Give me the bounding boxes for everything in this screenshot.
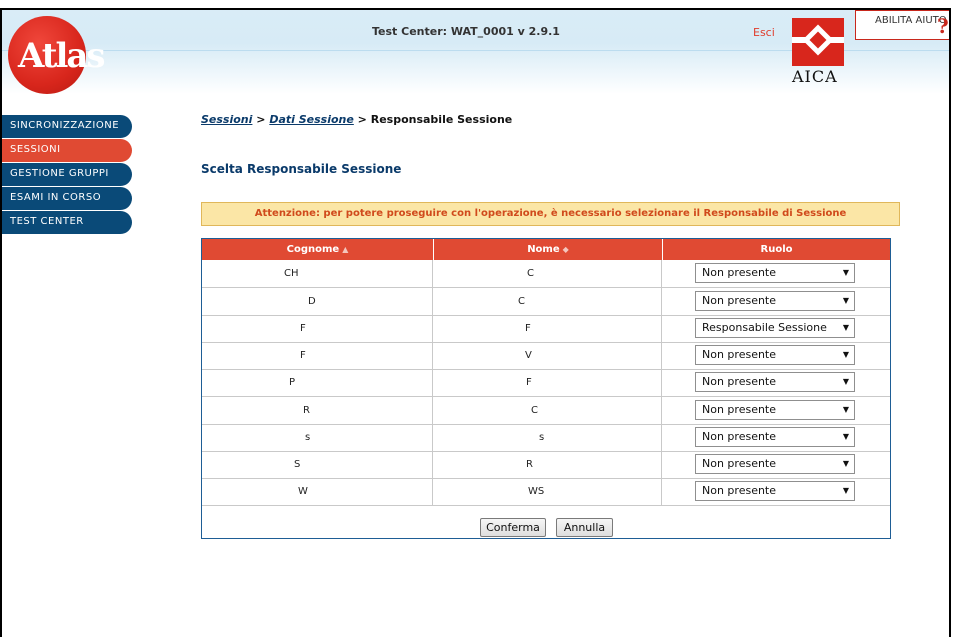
breadcrumb-current: Responsabile Sessione <box>370 113 513 126</box>
cell-cognome: F <box>202 315 433 342</box>
cell-cognome: D <box>202 288 433 315</box>
cell-cognome: s <box>202 424 433 451</box>
help-icon: ? <box>937 14 949 38</box>
help-toggle-label: ABILITA AIUTO <box>875 15 947 26</box>
ruolo-select[interactable]: Non presente ▼ <box>695 400 855 420</box>
cell-cognome: P <box>202 369 433 396</box>
cell-nome: C <box>434 288 662 315</box>
ruolo-select[interactable]: Non presente ▼ <box>695 263 855 283</box>
sidebar-item-gestione-gruppi[interactable]: GESTIONE GRUPPI <box>2 163 132 186</box>
cell-nome: WS <box>434 478 662 505</box>
sidebar-item-test-center[interactable]: TEST CENTER <box>2 211 132 234</box>
column-header-label: Ruolo <box>760 244 793 255</box>
chevron-down-icon: ▼ <box>842 459 849 468</box>
ruolo-select[interactable]: Non presente ▼ <box>695 427 855 447</box>
cancel-button[interactable]: Annulla <box>556 518 613 537</box>
app-title: Test Center: WAT_0001 v 2.9.1 <box>372 25 560 38</box>
ruolo-select[interactable]: Non presente ▼ <box>695 372 855 392</box>
sidebar-item-sincronizzazione[interactable]: SINCRONIZZAZIONE <box>2 115 132 138</box>
responsible-table: Cognome ▲ Nome ◆ Ruolo CH C Non presente ▼ … <box>201 238 891 539</box>
sort-asc-icon[interactable]: ▲ <box>342 245 348 254</box>
ruolo-select[interactable]: Non presente ▼ <box>695 345 855 365</box>
help-toggle[interactable]: ABILITA AIUTO ? <box>855 10 949 40</box>
atlas-logo: Atlas <box>8 16 106 94</box>
ruolo-select-value: Non presente <box>702 294 777 307</box>
ruolo-select-value: Non presente <box>702 430 777 443</box>
breadcrumb: Sessioni > Dati Sessione > Responsabile … <box>201 113 512 126</box>
column-header-label: Nome <box>527 244 560 255</box>
ruolo-select[interactable]: Non presente ▼ <box>695 291 855 311</box>
ruolo-select[interactable]: Non presente ▼ <box>695 454 855 474</box>
chevron-down-icon: ▼ <box>842 377 849 386</box>
cell-cognome: W <box>202 478 433 505</box>
table-row: P F Non presente ▼ <box>202 369 890 397</box>
ruolo-select-value: Non presente <box>702 484 777 497</box>
chevron-down-icon: ▼ <box>842 268 849 277</box>
column-header-nome[interactable]: Nome ◆ <box>434 239 663 260</box>
table-row: F V Non presente ▼ <box>202 342 890 370</box>
cell-nome: V <box>434 342 662 369</box>
chevron-down-icon: ▼ <box>842 486 849 495</box>
atlas-logo-text: Atlas <box>18 36 106 76</box>
chevron-down-icon: ▼ <box>842 350 849 359</box>
table-row: CH C Non presente ▼ <box>202 260 890 288</box>
breadcrumb-dati-sessione-link[interactable]: Dati Sessione <box>269 113 354 126</box>
ruolo-select[interactable]: Non presente ▼ <box>695 481 855 501</box>
breadcrumb-separator: > <box>353 113 371 126</box>
ruolo-select-value: Non presente <box>702 348 777 361</box>
sidebar-item-sessioni[interactable]: SESSIONI <box>2 139 132 162</box>
chevron-down-icon: ▼ <box>842 323 849 332</box>
breadcrumb-separator: > <box>252 113 270 126</box>
cell-nome: F <box>434 369 662 396</box>
table-header: Cognome ▲ Nome ◆ Ruolo <box>202 239 890 260</box>
table-row: s s Non presente ▼ <box>202 424 890 452</box>
column-header-label: Cognome <box>286 244 340 255</box>
column-header-ruolo: Ruolo <box>663 239 890 260</box>
breadcrumb-sessioni-link[interactable]: Sessioni <box>201 113 252 126</box>
exit-link[interactable]: Esci <box>753 26 775 39</box>
confirm-button[interactable]: Conferma <box>480 518 546 537</box>
sort-icon[interactable]: ◆ <box>563 245 569 254</box>
page-title: Scelta Responsabile Sessione <box>201 162 402 176</box>
chevron-down-icon: ▼ <box>842 405 849 414</box>
ruolo-select-value: Responsabile Sessione <box>702 321 827 334</box>
chevron-down-icon: ▼ <box>842 432 849 441</box>
ruolo-select-value: Non presente <box>702 266 777 279</box>
column-header-cognome[interactable]: Cognome ▲ <box>202 239 434 260</box>
app-frame: Atlas Test Center: WAT_0001 v 2.9.1 Esci… <box>0 8 951 637</box>
cell-cognome: CH <box>202 260 433 287</box>
ruolo-select-value: Non presente <box>702 403 777 416</box>
table-row: F F Responsabile Sessione ▼ <box>202 315 890 343</box>
aica-logo-text: AICA <box>792 67 838 86</box>
table-row: W WS Non presente ▼ <box>202 478 890 506</box>
cell-nome: C <box>434 260 662 287</box>
cell-cognome: R <box>202 397 433 424</box>
ruolo-select[interactable]: Responsabile Sessione ▼ <box>695 318 855 338</box>
ruolo-select-value: Non presente <box>702 457 777 470</box>
cell-cognome: S <box>202 451 433 478</box>
warning-banner: Attenzione: per potere proseguire con l'… <box>201 202 900 226</box>
table-row: D C Non presente ▼ <box>202 288 890 316</box>
chevron-down-icon: ▼ <box>842 296 849 305</box>
cell-nome: s <box>434 424 662 451</box>
cell-nome: C <box>434 397 662 424</box>
ruolo-select-value: Non presente <box>702 375 777 388</box>
table-row: S R Non presente ▼ <box>202 451 890 479</box>
cell-nome: F <box>434 315 662 342</box>
cell-cognome: F <box>202 342 433 369</box>
cell-nome: R <box>434 451 662 478</box>
sidebar-item-esami-in-corso[interactable]: ESAMI IN CORSO <box>2 187 132 210</box>
table-row: R C Non presente ▼ <box>202 397 890 425</box>
